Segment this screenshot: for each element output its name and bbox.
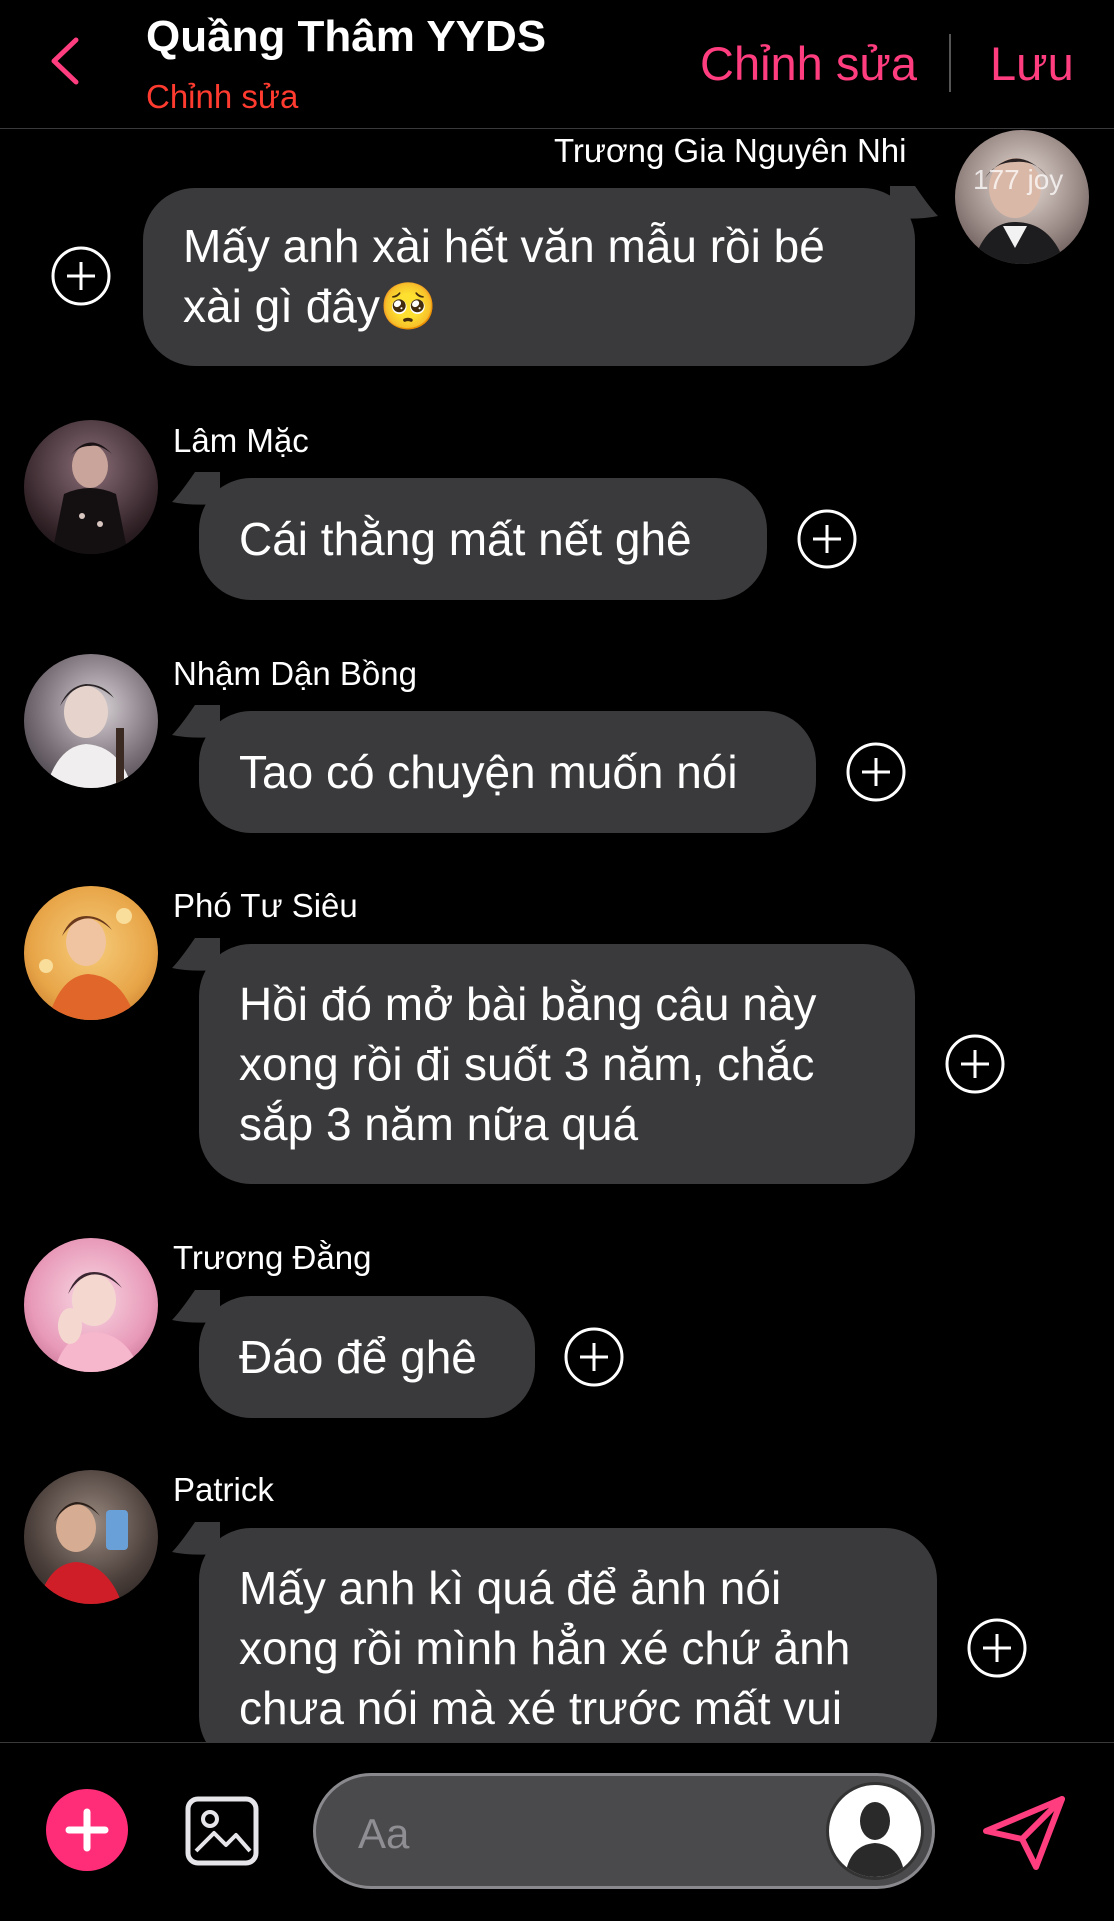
message-bubble[interactable]: Hồi đó mở bài bằng câu này xong rồi đi s… — [199, 944, 915, 1184]
sender-name: Trương Đằng — [173, 1239, 372, 1276]
sender-name: Phó Tư Siêu — [173, 887, 358, 924]
message-text-line: xài gì đây🥺 — [183, 280, 438, 332]
bubble-tail — [890, 186, 938, 219]
message-text-line: Mấy anh kì quá để ảnh nói — [239, 1562, 782, 1614]
message-text-line: sắp 3 năm nữa quá — [239, 1098, 639, 1150]
message-text-line: chưa nói mà xé trước mất vui — [239, 1682, 843, 1734]
message-text-line: xong rồi đi suốt 3 năm, chắc — [239, 1038, 815, 1090]
message-text-line: Hồi đó mở bài bằng câu này — [239, 978, 817, 1030]
gallery-icon[interactable] — [184, 1795, 260, 1867]
chat-header: Quầng Thâm YYDS Chỉnh sửa Chỉnh sửa Lưu — [0, 0, 1114, 129]
message-input-placeholder: Aa — [358, 1810, 410, 1857]
avatar-portrait — [973, 158, 1065, 264]
sender-name: Patrick — [173, 1471, 274, 1508]
avatar[interactable] — [24, 1238, 158, 1372]
avatar[interactable] — [24, 886, 158, 1020]
plus-circle-icon[interactable] — [845, 741, 907, 803]
add-icon — [65, 1808, 109, 1852]
avatar[interactable] — [24, 654, 158, 788]
chat-subtitle[interactable]: Chỉnh sửa — [146, 78, 298, 116]
message-bubble[interactable]: Mấy anh xài hết văn mẫu rồi bé xài gì đâ… — [143, 188, 915, 366]
chat-title[interactable]: Quầng Thâm YYDS — [146, 12, 546, 62]
message-text-line: Tao có chuyện muốn nói — [239, 746, 738, 798]
avatar-portrait — [52, 442, 128, 554]
message-text-line: xong rồi mình hẳn xé chứ ảnh — [239, 1622, 851, 1674]
message-text-line: Mấy anh xài hết văn mẫu rồi bé — [183, 220, 825, 272]
avatar-portrait — [38, 1502, 128, 1604]
avatar[interactable]: 177 joy — [955, 130, 1089, 264]
sender-name: Nhậm Dận Bồng — [173, 655, 417, 692]
message-text-line: Đáo để ghê — [239, 1331, 477, 1383]
message-bubble[interactable]: Cái thằng mất nết ghê — [199, 478, 767, 600]
message-input[interactable]: Aa — [313, 1773, 935, 1889]
message-bubble[interactable]: Tao có chuyện muốn nói — [199, 711, 816, 833]
plus-circle-icon[interactable] — [944, 1033, 1006, 1095]
message-bubble[interactable]: Mấy anh kì quá để ảnh nói xong rồi mình … — [199, 1528, 937, 1768]
edit-button[interactable]: Chỉnh sửa — [700, 36, 917, 91]
avatar-portrait — [39, 908, 136, 1020]
avatar-portrait — [46, 684, 132, 788]
message-bubble[interactable]: Đáo để ghê — [199, 1296, 535, 1418]
plus-circle-icon[interactable] — [966, 1617, 1028, 1679]
sender-name: Lâm Mặc — [173, 422, 309, 459]
back-chevron-icon[interactable] — [46, 36, 86, 86]
send-icon[interactable] — [980, 1793, 1068, 1873]
avatar[interactable] — [24, 1470, 158, 1604]
header-divider — [949, 34, 951, 92]
avatar[interactable] — [24, 420, 158, 554]
plus-circle-icon[interactable] — [796, 508, 858, 570]
add-button[interactable] — [46, 1789, 128, 1871]
save-button[interactable]: Lưu — [990, 36, 1074, 91]
user-silhouette — [845, 1802, 905, 1877]
plus-circle-icon[interactable] — [50, 245, 112, 307]
composer-bar: Aa — [0, 1742, 1114, 1921]
plus-circle-icon[interactable] — [563, 1326, 625, 1388]
user-avatar-icon[interactable] — [826, 1782, 924, 1880]
message-text-line: Cái thằng mất nết ghê — [239, 513, 692, 565]
sender-name: Trương Gia Nguyên Nhi — [554, 132, 907, 169]
avatar-portrait — [54, 1272, 140, 1372]
avatar-watermark: 177 joy — [973, 164, 1064, 195]
